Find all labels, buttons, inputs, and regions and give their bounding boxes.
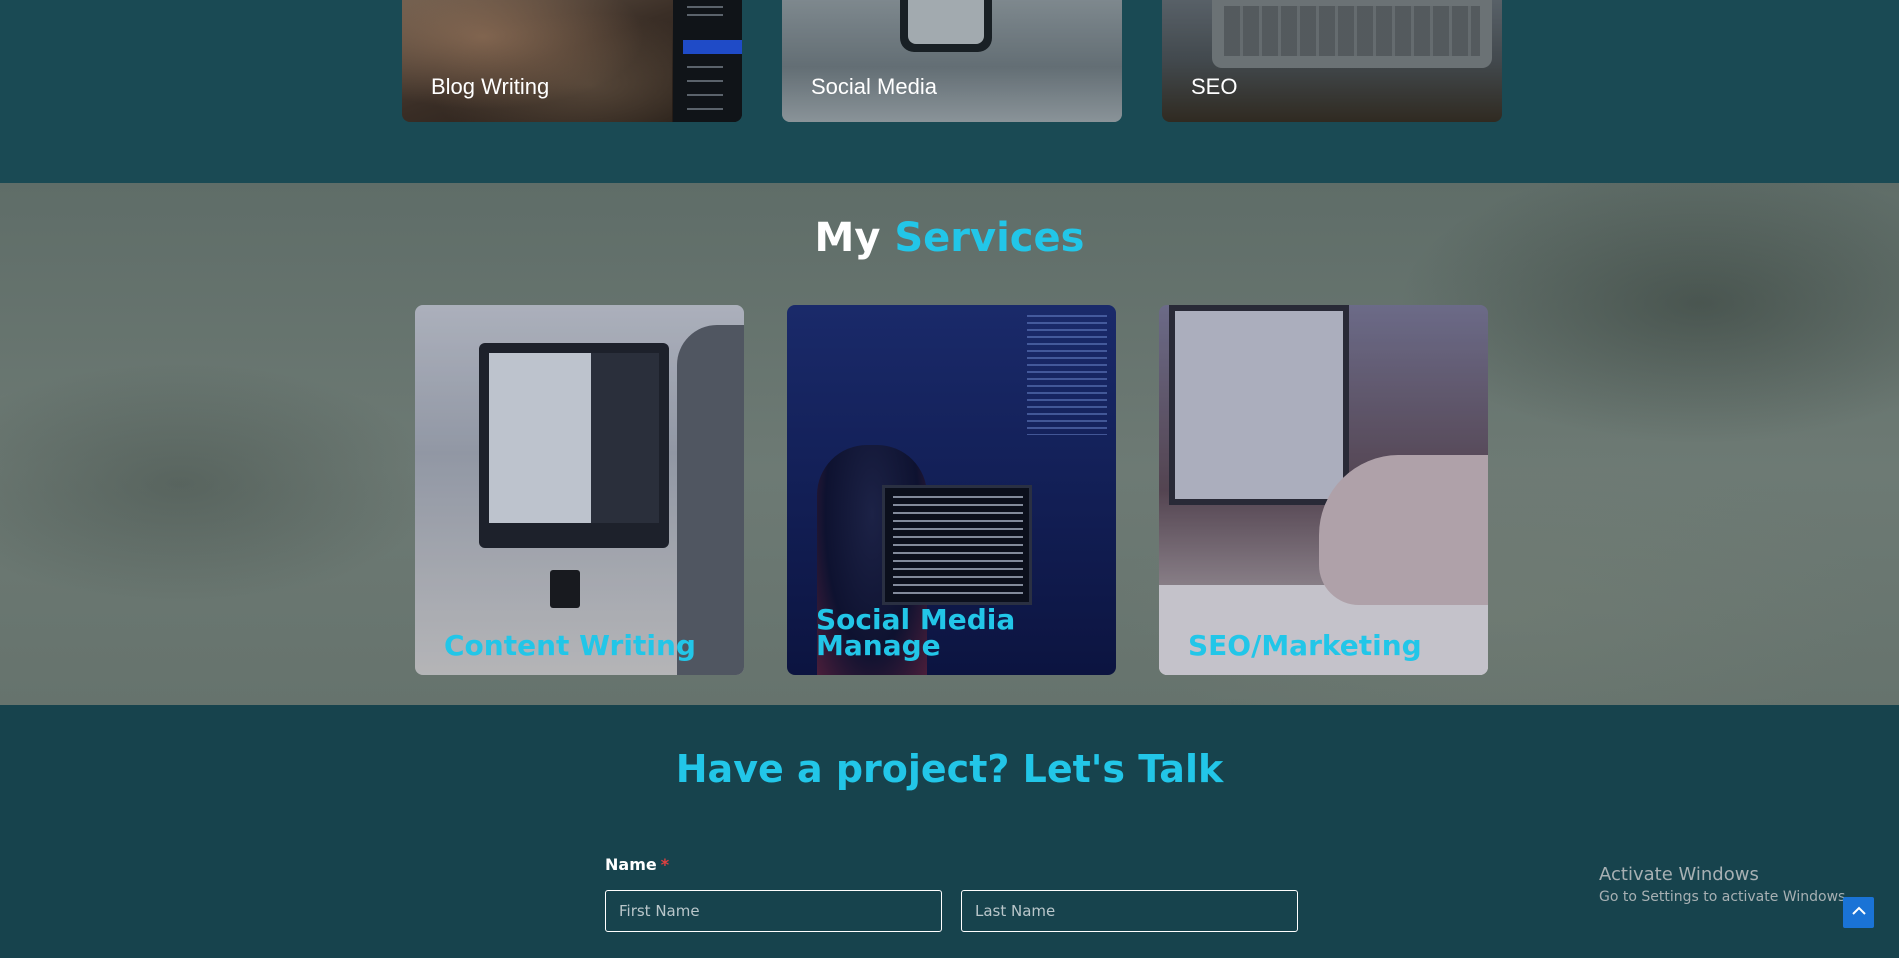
portfolio-card-social-media[interactable]: Social Media bbox=[782, 0, 1122, 122]
required-marker: * bbox=[660, 855, 670, 874]
name-field-label: Name * bbox=[605, 855, 669, 874]
service-card-social-media-manage[interactable]: Social Media Manage bbox=[787, 305, 1116, 675]
code-image bbox=[1027, 315, 1107, 435]
portfolio-strip: Blog Writing Social Media SEO bbox=[0, 0, 1899, 183]
services-title-white: My bbox=[814, 215, 881, 261]
services-section: My Services Content Writing Social Media… bbox=[0, 183, 1899, 705]
image-highlight bbox=[683, 40, 742, 54]
screen-image bbox=[882, 485, 1032, 605]
portfolio-card-label: Blog Writing bbox=[431, 74, 550, 99]
image-line bbox=[687, 66, 723, 68]
service-card-label: Social Media Manage bbox=[816, 603, 1016, 662]
activation-subtitle: Go to Settings to activate Windows. bbox=[1599, 889, 1850, 905]
image-line bbox=[687, 108, 723, 110]
service-card-label: Content Writing bbox=[444, 629, 696, 662]
contact-section: Have a project? Let's Talk Name * bbox=[0, 705, 1899, 958]
image-line bbox=[687, 94, 723, 96]
portfolio-card-seo[interactable]: SEO bbox=[1162, 0, 1502, 122]
first-name-input[interactable] bbox=[605, 890, 942, 932]
portfolio-card-label: Social Media bbox=[811, 74, 937, 99]
services-title-accent: Services bbox=[894, 215, 1085, 261]
portfolio-image bbox=[402, 0, 672, 122]
services-title: My Services bbox=[0, 215, 1899, 261]
portfolio-image-sidebar bbox=[673, 0, 742, 122]
contact-title: Have a project? Let's Talk bbox=[675, 747, 1224, 791]
image-line bbox=[687, 6, 723, 8]
name-label-text: Name bbox=[605, 855, 657, 874]
back-to-top-button[interactable] bbox=[1843, 897, 1874, 928]
image-line bbox=[687, 14, 723, 16]
portfolio-card-label: SEO bbox=[1191, 74, 1238, 99]
activation-title: Activate Windows bbox=[1599, 864, 1759, 885]
service-card-content-writing[interactable]: Content Writing bbox=[415, 305, 744, 675]
portfolio-card-blog-writing[interactable]: Blog Writing bbox=[402, 0, 742, 122]
last-name-input[interactable] bbox=[961, 890, 1298, 932]
service-card-seo-marketing[interactable]: SEO/Marketing bbox=[1159, 305, 1488, 675]
image-line bbox=[687, 80, 723, 82]
chevron-up-icon bbox=[1851, 903, 1867, 923]
windows-activation-watermark: Activate Windows Go to Settings to activ… bbox=[1599, 864, 1850, 905]
service-card-label: SEO/Marketing bbox=[1188, 629, 1422, 662]
